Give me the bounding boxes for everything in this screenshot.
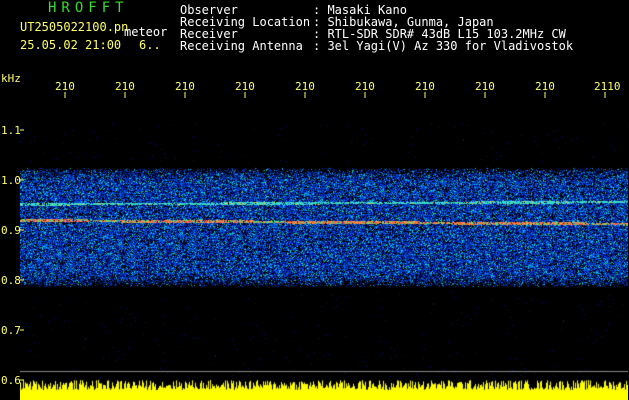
antenna-value: : 3el Yagi(V) Az 330 for Vladivostok — [313, 39, 574, 53]
plot-overlay — [20, 92, 606, 381]
y-tick: 0.8 — [1, 274, 21, 287]
antenna-label: Receiving Antenna — [180, 39, 303, 53]
y-axis-unit: kHz — [1, 72, 21, 85]
meteor-label: meteor — [124, 25, 168, 39]
spectrogram-plot — [20, 92, 628, 400]
y-tick: 1.1 — [1, 124, 21, 137]
meteor-count: 6.. — [139, 38, 161, 52]
app-title: HROFFT — [48, 0, 129, 16]
datetime-label: 25.05.02 21:00 — [20, 38, 122, 52]
tick-marks — [20, 92, 606, 381]
y-tick: 0.7 — [1, 324, 21, 337]
y-tick: 1.0 — [1, 174, 21, 187]
filename-label: UT2505022100.pn — [20, 20, 129, 34]
y-tick: 0.9 — [1, 224, 21, 237]
y-tick: 0.6 — [1, 374, 21, 387]
